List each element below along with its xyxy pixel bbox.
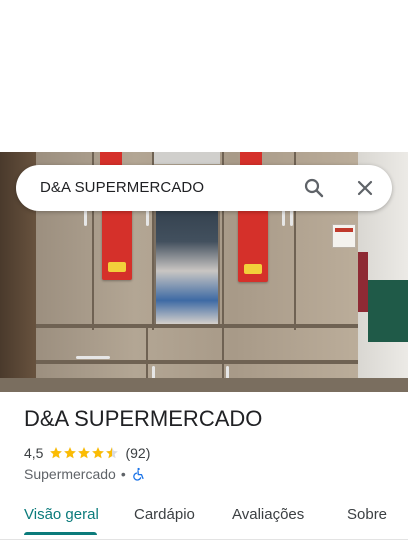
star-icon: [105, 446, 119, 460]
photo-handle: [76, 356, 110, 359]
rating-row[interactable]: 4,5 (92): [24, 444, 150, 462]
close-icon[interactable]: [353, 176, 377, 200]
photo-price-tag: [100, 152, 122, 166]
star-icon: [63, 446, 77, 460]
photo-shelf: [36, 360, 366, 364]
photo-chair: [358, 252, 368, 312]
tab-overview[interactable]: Visão geral: [24, 506, 99, 523]
search-bar[interactable]: D&A SUPERMERCADO: [16, 165, 392, 211]
search-input[interactable]: D&A SUPERMERCADO: [40, 179, 204, 196]
active-tab-indicator: [24, 532, 97, 535]
photo-top-panel: [154, 152, 220, 164]
photo-price-tag: [240, 152, 262, 166]
photo-sticker: [332, 224, 356, 248]
photo-price-tag: [238, 210, 268, 282]
photo-price-tag: [102, 208, 132, 280]
tab-about[interactable]: Sobre: [347, 506, 387, 523]
photo-handle: [84, 210, 87, 226]
photo-handle: [290, 210, 293, 226]
blank-top-area: [0, 0, 408, 152]
photo-shelf: [36, 324, 366, 328]
photo-chair: [368, 280, 408, 342]
tab-reviews[interactable]: Avaliações: [232, 506, 304, 523]
review-count[interactable]: (92): [125, 445, 150, 461]
search-icon[interactable]: [302, 176, 326, 200]
category-row: Supermercado •: [24, 465, 145, 483]
star-icon: [91, 446, 105, 460]
rating-value: 4,5: [24, 445, 44, 461]
separator-dot: •: [120, 466, 126, 482]
category-label: Supermercado: [24, 466, 116, 482]
tab-menu[interactable]: Cardápio: [134, 506, 195, 523]
photo-handle: [146, 210, 149, 226]
photo-handle: [282, 210, 285, 226]
tab-bar: Visão geral Cardápio Avaliações Sobre: [0, 496, 408, 540]
star-icon: [77, 446, 91, 460]
photo-floor: [0, 378, 408, 392]
photo-mirror: [154, 204, 220, 326]
star-rating: [49, 446, 119, 460]
wheelchair-icon: [131, 467, 145, 481]
divider: [0, 539, 408, 540]
star-icon: [49, 446, 63, 460]
place-title: D&A SUPERMERCADO: [24, 406, 263, 431]
